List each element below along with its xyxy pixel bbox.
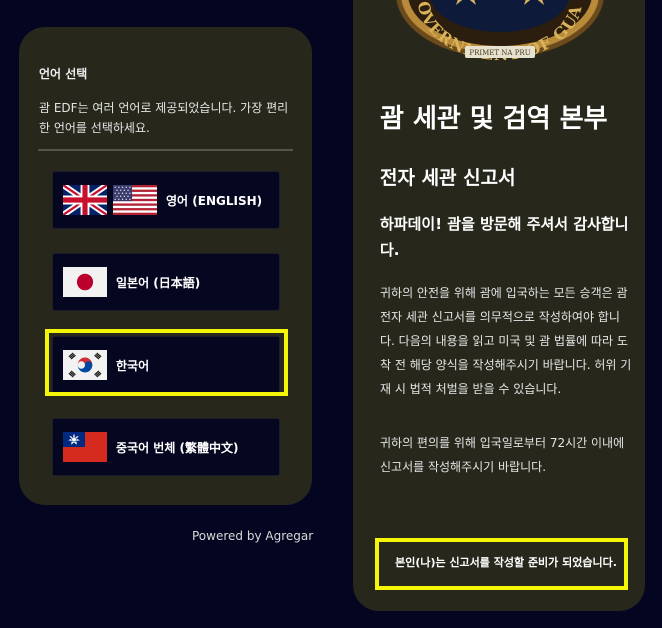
guam-seal-icon: GOVERNMENT OF GUAM PRIMET NA PRU — [391, 0, 604, 62]
language-option-label: 중국어 번체 (繁體中文) — [116, 440, 239, 455]
japan-flag-icon — [63, 267, 107, 297]
us-flag-icon — [113, 185, 157, 215]
language-panel-title: 언어 선택 — [39, 67, 88, 81]
korea-flag-icon — [63, 350, 107, 380]
language-option-chinese-traditional[interactable]: 중국어 번체 (繁體中文) — [52, 418, 280, 476]
divider — [38, 149, 293, 151]
greeting-text: 하파데이! 괌을 방문해 주셔서 감사합니다. — [380, 215, 629, 259]
deadline-text: 귀하의 편의를 위해 입국일로부터 72시간 이내에 신고서를 작성해주시기 바… — [380, 436, 625, 474]
language-option-label: 한국어 — [116, 358, 150, 373]
taiwan-flag-icon — [63, 432, 107, 462]
language-option-english[interactable]: 영어 (ENGLISH) — [52, 171, 280, 229]
ready-button[interactable]: 본인(나)는 신고서를 작성할 준비가 되었습니다. — [387, 540, 625, 586]
language-panel-description: 괌 EDF는 여러 언어로 제공되었습니다. 가장 편리한 언어를 선택하세요. — [39, 101, 289, 135]
flag-group — [63, 350, 107, 380]
flag-group — [63, 185, 157, 215]
uk-flag-icon — [63, 185, 107, 215]
language-option-label: 일본어 (日本語) — [116, 275, 201, 290]
language-option-korean[interactable]: 한국어 — [52, 336, 280, 394]
instructions-text: 귀하의 안전을 위해 괌에 입국하는 모든 승객은 괌 전자 세관 신고서를 의… — [380, 286, 632, 396]
language-option-label: 영어 (ENGLISH) — [166, 193, 263, 208]
flag-group — [63, 432, 107, 462]
powered-by-text: Powered by Agregar — [192, 529, 314, 543]
flag-group — [63, 267, 107, 297]
language-option-japanese[interactable]: 일본어 (日本語) — [52, 253, 280, 311]
info-panel: GOVERNMENT OF GUAM PRIMET NA PRU 괌 세관 및 … — [353, 0, 645, 611]
language-panel: 언어 선택 괌 EDF는 여러 언어로 제공되었습니다. 가장 편리한 언어를 … — [19, 27, 312, 505]
page-subtitle: 전자 세관 신고서 — [380, 167, 516, 189]
seal-ribbon-text: PRIMET NA PRU — [469, 49, 530, 57]
page-title: 괌 세관 및 검역 본부 — [380, 104, 608, 134]
